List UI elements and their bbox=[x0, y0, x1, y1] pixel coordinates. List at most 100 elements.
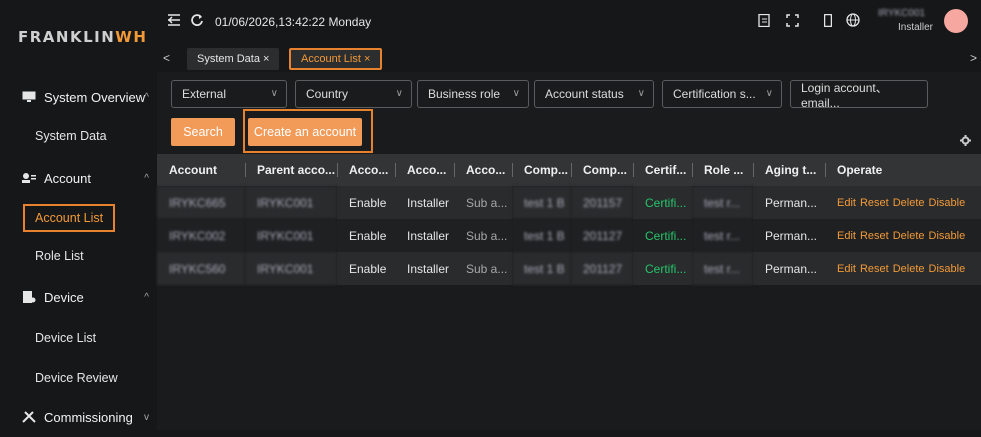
table-row: IRYKC002 IRYKC001 Enable Installer Sub a... t… bbox=[157, 219, 981, 252]
operate-disable-link[interactable]: Disable bbox=[929, 230, 966, 242]
account-status-select[interactable]: Account status ∨ bbox=[534, 80, 654, 108]
table-header-row: Account Parent acco... Acco... Acco... A… bbox=[157, 154, 981, 186]
column-header[interactable]: Certif... bbox=[633, 154, 692, 186]
sidebar-item-account-list[interactable]: Account List bbox=[0, 200, 157, 236]
sidebar-item-label: Device Review bbox=[35, 371, 118, 385]
tools-icon bbox=[22, 411, 36, 423]
search-button[interactable]: Search bbox=[171, 118, 235, 146]
select-placeholder: Certification s... bbox=[673, 87, 756, 101]
mobile-icon[interactable] bbox=[823, 13, 833, 30]
table-cell: Perman... bbox=[753, 219, 825, 252]
document-icon[interactable] bbox=[758, 13, 770, 30]
sidebar-item-system-data[interactable]: System Data bbox=[0, 118, 157, 154]
globe-icon[interactable] bbox=[846, 13, 860, 30]
certification-status-select[interactable]: Certification s... ∨ bbox=[662, 80, 782, 108]
table-cell: Sub a... bbox=[454, 252, 512, 285]
sidebar-item-label: Device List bbox=[35, 331, 97, 345]
close-icon[interactable]: × bbox=[364, 53, 370, 65]
column-header[interactable]: Comp... bbox=[571, 154, 633, 186]
table-cell: test 1 B bbox=[512, 186, 571, 219]
sidebar-group-device[interactable]: Device ^ bbox=[0, 277, 157, 317]
operate-reset-link[interactable]: Reset bbox=[860, 263, 889, 275]
sidebar-item-label: Role List bbox=[35, 249, 84, 263]
sidebar-item-role-list[interactable]: Role List bbox=[0, 238, 157, 274]
operate-cell: Edit Reset Delete Disable bbox=[825, 219, 981, 252]
table-cell: IRYKC001 bbox=[245, 186, 337, 219]
operate-delete-link[interactable]: Delete bbox=[893, 263, 925, 275]
create-account-highlight bbox=[243, 109, 373, 153]
user-id: IRYKC001 bbox=[878, 8, 926, 19]
sidebar-group-label: System Overview bbox=[44, 89, 146, 105]
tab-scroll-left-icon[interactable]: < bbox=[163, 51, 170, 65]
user-role: Installer bbox=[898, 22, 934, 33]
fullscreen-icon[interactable] bbox=[786, 14, 799, 30]
table-cell: Enable bbox=[337, 219, 395, 252]
sidebar-item-label: System Data bbox=[35, 129, 107, 143]
refresh-icon[interactable] bbox=[191, 14, 203, 29]
operate-cell: Edit Reset Delete Disable bbox=[825, 252, 981, 285]
column-header[interactable]: Parent acco... bbox=[245, 154, 337, 186]
column-header[interactable]: Acco... bbox=[337, 154, 395, 186]
table-cell: Installer bbox=[395, 252, 454, 285]
column-header[interactable]: Acco... bbox=[395, 154, 454, 186]
business-role-select[interactable]: Business role ∨ bbox=[417, 80, 529, 108]
gear-icon[interactable] bbox=[960, 135, 971, 149]
sidebar-group-label: Commissioning bbox=[44, 409, 133, 425]
operate-reset-link[interactable]: Reset bbox=[860, 197, 889, 209]
tab-label: Account List bbox=[301, 53, 361, 65]
table-cell: 201127 bbox=[571, 252, 633, 285]
close-icon[interactable]: × bbox=[263, 53, 269, 65]
table-cell: Certifi... bbox=[633, 219, 692, 252]
sidebar-group-account[interactable]: Account ^ bbox=[0, 158, 157, 198]
column-header[interactable]: Role ... bbox=[692, 154, 753, 186]
sidebar-item-device-review[interactable]: Device Review bbox=[0, 360, 157, 396]
datetime-display: 01/06/2026,13:42:22 Monday bbox=[215, 15, 372, 29]
chevron-down-icon: ∨ bbox=[637, 88, 645, 99]
operate-delete-link[interactable]: Delete bbox=[893, 197, 925, 209]
table-cell: 201127 bbox=[571, 219, 633, 252]
column-header[interactable]: Aging t... bbox=[753, 154, 825, 186]
operate-reset-link[interactable]: Reset bbox=[860, 230, 889, 242]
table-cell: test 1 B bbox=[512, 219, 571, 252]
account-table: Account Parent acco... Acco... Acco... A… bbox=[157, 154, 981, 285]
table-cell: IRYKC002 bbox=[157, 219, 245, 252]
operate-disable-link[interactable]: Disable bbox=[929, 197, 966, 209]
account-type-select[interactable]: External ∨ bbox=[171, 80, 287, 108]
monitor-icon bbox=[22, 91, 36, 103]
column-header[interactable]: Comp... bbox=[512, 154, 571, 186]
operate-edit-link[interactable]: Edit bbox=[837, 263, 856, 275]
sidebar-group-label: Device bbox=[44, 289, 84, 305]
select-placeholder: Account status bbox=[545, 87, 624, 101]
table-body: IRYKC665 IRYKC001 Enable Installer Sub a... t… bbox=[157, 186, 981, 285]
tab-label: System Data bbox=[197, 53, 260, 65]
operate-edit-link[interactable]: Edit bbox=[837, 230, 856, 242]
tab-system-data[interactable]: System Data × bbox=[187, 48, 280, 70]
top-bar: 01/06/2026,13:42:22 Monday IRYKC001 Inst… bbox=[157, 0, 981, 44]
sidebar-group-system-overview[interactable]: System Overview ^ bbox=[0, 77, 157, 117]
table-cell: Perman... bbox=[753, 186, 825, 219]
select-placeholder: Business role bbox=[428, 87, 501, 101]
tab-scroll-right-icon[interactable]: > bbox=[970, 51, 977, 65]
operate-edit-link[interactable]: Edit bbox=[837, 197, 856, 209]
table-cell: test 1 B bbox=[512, 252, 571, 285]
country-select[interactable]: Country ∨ bbox=[295, 80, 412, 108]
column-header: Operate bbox=[825, 154, 981, 186]
operate-delete-link[interactable]: Delete bbox=[893, 230, 925, 242]
table-cell: Sub a... bbox=[454, 219, 512, 252]
sidebar-item-device-list[interactable]: Device List bbox=[0, 320, 157, 356]
table-cell: Perman... bbox=[753, 252, 825, 285]
chevron-down-icon: ∨ bbox=[270, 88, 278, 99]
sidebar-group-commissioning[interactable]: Commissioning v bbox=[0, 397, 157, 437]
table-cell: test r... bbox=[692, 219, 753, 252]
table-cell: test r... bbox=[692, 186, 753, 219]
table-cell: IRYKC560 bbox=[157, 252, 245, 285]
sidebar-group-label: Account bbox=[44, 170, 91, 186]
login-account-input[interactable]: Login account、email... bbox=[790, 80, 928, 110]
avatar[interactable] bbox=[944, 9, 968, 33]
chevron-up-icon: ^ bbox=[144, 291, 149, 303]
collapse-menu-icon[interactable] bbox=[167, 14, 180, 29]
column-header[interactable]: Account bbox=[157, 154, 245, 186]
column-header[interactable]: Acco... bbox=[454, 154, 512, 186]
operate-disable-link[interactable]: Disable bbox=[929, 263, 966, 275]
tab-account-list[interactable]: Account List × bbox=[289, 48, 383, 70]
